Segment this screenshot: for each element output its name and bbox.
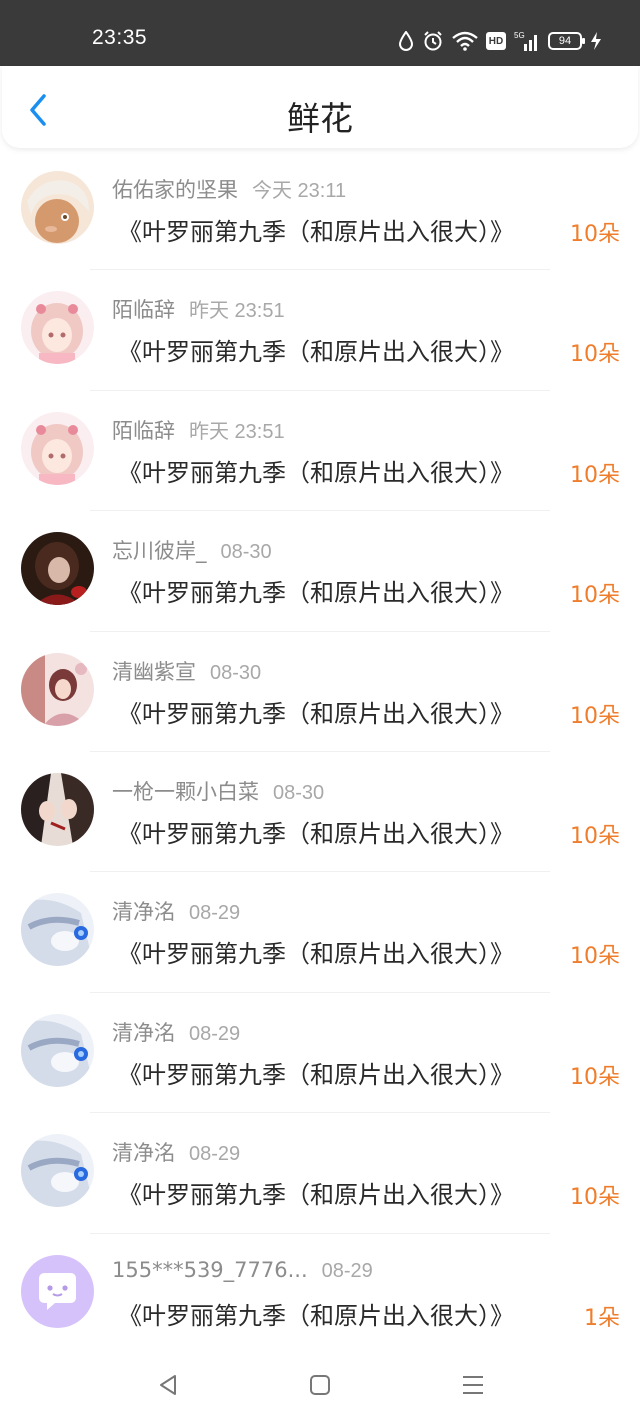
avatar[interactable]	[21, 893, 94, 967]
list-item[interactable]: 一枪一颗小白菜 08-30 《叶罗丽第九季（和原片出入很大）》 10朵	[0, 752, 640, 873]
battery-icon: 94	[548, 32, 585, 50]
username: 一枪一颗小白菜 08-30	[112, 779, 325, 804]
flower-count: 10朵	[570, 944, 620, 970]
avatar[interactable]	[21, 411, 94, 485]
list-item[interactable]: 清净洺 08-29 《叶罗丽第九季（和原片出入很大）》 10朵	[0, 872, 640, 993]
hd-icon: HD	[486, 32, 506, 50]
page-title: 鲜花	[287, 99, 353, 138]
back-triangle-icon	[160, 1375, 176, 1395]
message: 《叶罗丽第九季（和原片出入很大）》	[118, 699, 514, 728]
system-nav-bar	[0, 1345, 640, 1422]
username: 清净洺 08-29	[112, 900, 241, 925]
username: 佑佑家的坚果 今天 23:11	[112, 178, 347, 202]
message: 《叶罗丽第九季（和原片出入很大）》	[118, 579, 514, 608]
flower-gift-list: 佑佑家的坚果 今天 23:11 《叶罗丽第九季（和原片出入很大）》 10朵 陌临辞…	[0, 150, 640, 1354]
username: 陌临辞 昨天 23:51	[112, 418, 285, 443]
message: 《叶罗丽第九季（和原片出入很大）》	[118, 1060, 514, 1089]
avatar[interactable]	[21, 291, 94, 365]
username: 清幽紫宣 08-30	[112, 659, 262, 684]
message: 《叶罗丽第九季（和原片出入很大）》	[118, 218, 514, 246]
flower-count: 1朵	[584, 1305, 620, 1331]
timestamp: 08-30	[210, 661, 262, 684]
message: 《叶罗丽第九季（和原片出入很大）》	[118, 338, 514, 367]
flower-count: 10朵	[570, 583, 620, 609]
home-square-icon	[310, 1375, 330, 1395]
list-item[interactable]: 忘川彼岸_ 08-30 《叶罗丽第九季（和原片出入很大）》 10朵	[0, 511, 640, 632]
droplet-icon	[398, 31, 414, 51]
timestamp: 昨天 23:51	[189, 300, 285, 323]
message: 《叶罗丽第九季（和原片出入很大）》	[118, 458, 514, 487]
list-item[interactable]: 陌临辞 昨天 23:51 《叶罗丽第九季（和原片出入很大）》 10朵	[0, 391, 640, 512]
username: 忘川彼岸_ 08-30	[112, 539, 272, 564]
flower-count: 10朵	[570, 462, 620, 488]
status-time: 23:35	[92, 26, 148, 49]
timestamp: 昨天 23:51	[189, 420, 285, 443]
username: 155***539_7776... 08-29	[112, 1257, 373, 1282]
timestamp: 08-29	[321, 1259, 373, 1282]
nav-menu-button[interactable]	[455, 1367, 491, 1403]
timestamp: 08-29	[189, 1022, 241, 1045]
message: 《叶罗丽第九季（和原片出入很大）》	[118, 1181, 514, 1210]
battery-level: 94	[558, 35, 572, 47]
timestamp: 08-30	[220, 541, 272, 564]
chat-bubble-icon	[21, 1254, 94, 1328]
avatar[interactable]	[21, 171, 94, 244]
list-item[interactable]: 陌临辞 昨天 23:51 《叶罗丽第九季（和原片出入很大）》 10朵	[0, 270, 640, 391]
flower-count: 10朵	[570, 1064, 620, 1090]
status-bar: 23:35 HD 5G 94	[0, 0, 640, 66]
timestamp: 08-29	[189, 1143, 241, 1166]
timestamp: 08-29	[189, 902, 241, 925]
avatar[interactable]	[21, 1134, 94, 1208]
status-icons: HD 5G 94	[398, 28, 602, 54]
menu-lines-icon	[463, 1376, 483, 1394]
charging-icon	[591, 32, 601, 50]
message: 《叶罗丽第九季（和原片出入很大）》	[118, 940, 514, 969]
avatar[interactable]	[21, 532, 94, 606]
nav-back-button[interactable]	[150, 1367, 186, 1403]
flower-count: 10朵	[570, 222, 620, 247]
flower-count: 10朵	[570, 342, 620, 368]
username: 清净洺 08-29	[112, 1020, 241, 1045]
username: 陌临辞 昨天 23:51	[112, 298, 285, 323]
flower-count: 10朵	[570, 703, 620, 729]
message: 《叶罗丽第九季（和原片出入很大）》	[118, 819, 514, 848]
list-item[interactable]: 155***539_7776... 08-29 《叶罗丽第九季（和原片出入很大）》…	[0, 1234, 640, 1354]
wifi-icon	[452, 31, 478, 51]
list-item[interactable]: 清净洺 08-29 《叶罗丽第九季（和原片出入很大）》 10朵	[0, 993, 640, 1114]
avatar[interactable]	[21, 1254, 94, 1328]
list-item[interactable]: 佑佑家的坚果 今天 23:11 《叶罗丽第九季（和原片出入很大）》 10朵	[0, 150, 640, 271]
message: 《叶罗丽第九季（和原片出入很大）》	[118, 1301, 514, 1330]
avatar[interactable]	[21, 1013, 94, 1087]
avatar[interactable]	[21, 772, 94, 846]
avatar[interactable]	[21, 652, 94, 726]
flower-count: 10朵	[570, 823, 620, 849]
nav-home-button[interactable]	[302, 1367, 338, 1403]
alarm-icon	[424, 31, 442, 51]
timestamp: 08-30	[273, 781, 325, 804]
header: 鲜花	[2, 66, 638, 148]
list-item[interactable]: 清幽紫宣 08-30 《叶罗丽第九季（和原片出入很大）》 10朵	[0, 632, 640, 752]
timestamp: 今天 23:11	[252, 180, 347, 202]
network-label: 5G	[514, 31, 525, 40]
signal-icon: 5G	[514, 31, 537, 51]
flower-count: 10朵	[570, 1185, 620, 1211]
list-item[interactable]: 清净洺 08-29 《叶罗丽第九季（和原片出入很大）》 10朵	[0, 1113, 640, 1234]
username: 清净洺 08-29	[112, 1141, 241, 1166]
